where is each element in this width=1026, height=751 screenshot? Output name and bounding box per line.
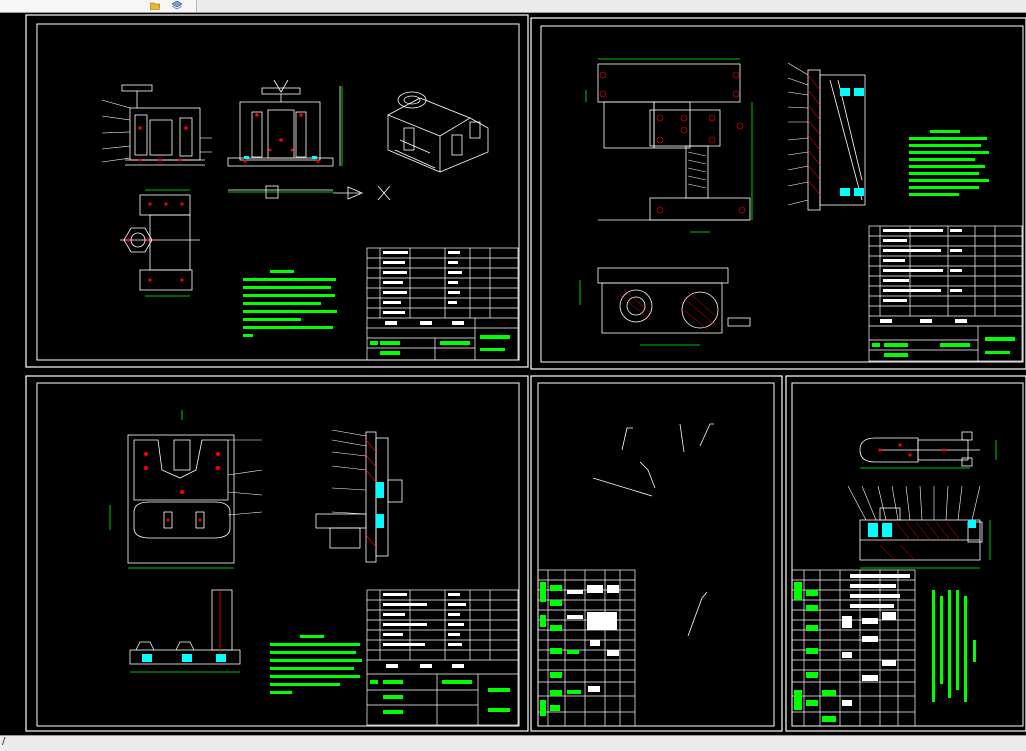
layer-icon[interactable]: [172, 1, 182, 10]
drawing-canvas[interactable]: [0, 13, 1026, 735]
status-bar: /: [0, 735, 1026, 751]
folder-open-icon[interactable]: [150, 1, 160, 10]
toolbar: [0, 0, 1026, 13]
toolbar-strip: [0, 0, 197, 12]
status-text: /: [2, 736, 6, 747]
